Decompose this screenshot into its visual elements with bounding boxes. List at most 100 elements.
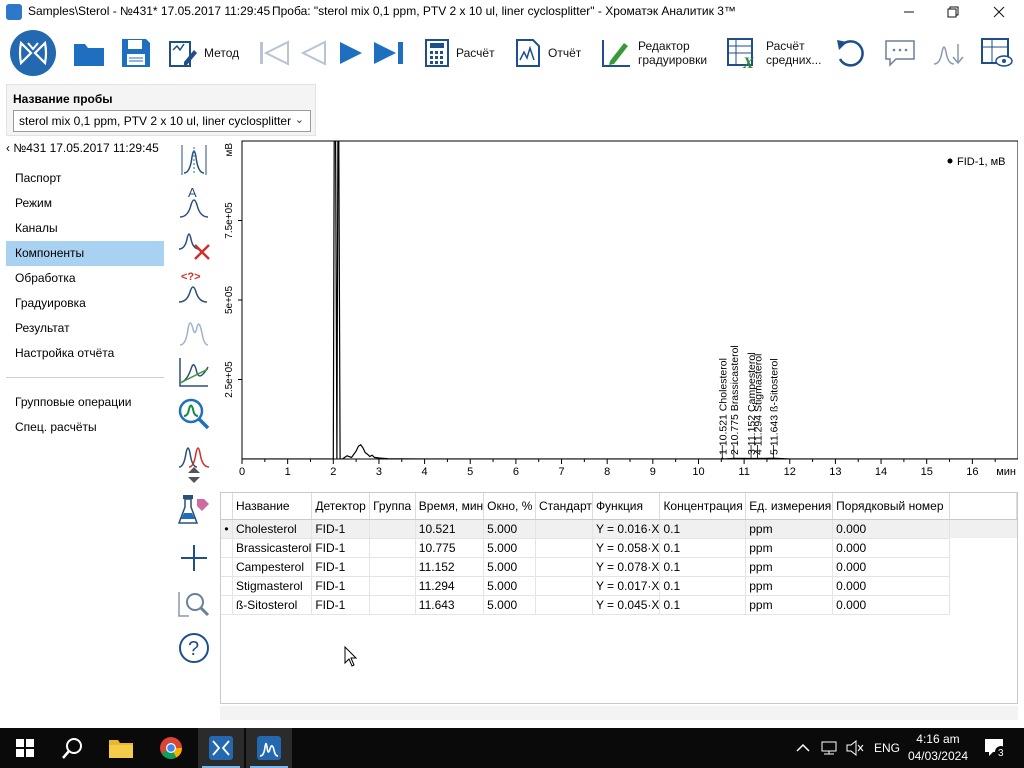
- table-cell[interactable]: [369, 595, 416, 615]
- column-header[interactable]: Концентрация: [659, 493, 747, 520]
- add-component-button[interactable]: [176, 540, 212, 576]
- column-header[interactable]: Группа: [369, 493, 416, 520]
- next-sample-button[interactable]: [338, 24, 364, 82]
- table-cell[interactable]: FID-1: [311, 538, 371, 558]
- table-cell[interactable]: 0.000: [832, 595, 950, 615]
- open-button[interactable]: [72, 24, 106, 82]
- zoom-peak-button[interactable]: [176, 396, 212, 432]
- calc-button[interactable]: Расчёт: [424, 24, 495, 82]
- taskbar-chrome[interactable]: [148, 728, 194, 768]
- nav-item-0[interactable]: Групповые операции: [6, 390, 164, 415]
- table-cell[interactable]: 5.000: [483, 538, 536, 558]
- back-to-sample-link[interactable]: ‹ №431 17.05.2017 11:29:45: [6, 141, 166, 159]
- table-cell[interactable]: Stigmasterol: [232, 576, 313, 596]
- prev-sample-button[interactable]: [300, 24, 328, 82]
- table-cell[interactable]: 11.643: [415, 595, 485, 615]
- table-cell[interactable]: [369, 519, 416, 539]
- nav-item-1[interactable]: Режим: [6, 191, 164, 216]
- table-cell[interactable]: 0.000: [832, 519, 950, 539]
- table-row[interactable]: Brassicasterol FID-1 10.775 5.000 Y = 0.058·…: [221, 538, 1017, 558]
- table-cell[interactable]: [369, 538, 416, 558]
- column-header[interactable]: Стандарт: [535, 493, 593, 520]
- taskbar-chromatec[interactable]: [198, 728, 244, 768]
- components-table[interactable]: Название Детектор Группа Время, мин Окно, % С…: [220, 492, 1018, 704]
- notifications-button[interactable]: 3: [972, 728, 1018, 768]
- network-icon[interactable]: [820, 741, 838, 755]
- save-button[interactable]: [120, 24, 152, 82]
- chevron-up-icon[interactable]: [796, 743, 810, 753]
- maximize-button[interactable]: [930, 0, 976, 24]
- nav-item-1[interactable]: Спец. расчёты: [6, 415, 164, 440]
- table-cell[interactable]: 10.775: [415, 538, 485, 558]
- table-cell[interactable]: 5.000: [483, 519, 536, 539]
- table-cell[interactable]: 10.521: [415, 519, 485, 539]
- avg-calc-button[interactable]: X Расчёт средних...: [726, 24, 821, 82]
- nav-item-6[interactable]: Результат: [6, 316, 164, 341]
- table-cell[interactable]: [369, 557, 416, 577]
- row-selector[interactable]: [221, 576, 233, 596]
- table-cell[interactable]: Y = 0.058·X: [592, 538, 661, 558]
- nav-item-2[interactable]: Каналы: [6, 216, 164, 241]
- table-cell[interactable]: 0.1: [659, 595, 747, 615]
- table-row[interactable]: ß-Sitosterol FID-1 11.643 5.000 Y = 0.045·X 0…: [221, 595, 1017, 615]
- table-cell[interactable]: Y = 0.045·X: [592, 595, 661, 615]
- row-selector[interactable]: [221, 538, 233, 558]
- nav-item-4[interactable]: Обработка: [6, 266, 164, 291]
- baseline-button[interactable]: [176, 354, 212, 390]
- lab-flask-button[interactable]: [176, 492, 212, 528]
- table-cell[interactable]: ppm: [745, 595, 834, 615]
- table-cell[interactable]: 11.152: [415, 557, 485, 577]
- start-button[interactable]: [2, 728, 48, 768]
- calibration-editor-button[interactable]: Редактор градуировки: [600, 24, 707, 82]
- table-cell[interactable]: 0.1: [659, 519, 747, 539]
- table-cell[interactable]: 0.1: [659, 576, 747, 596]
- row-selector[interactable]: •: [221, 519, 233, 539]
- identify-peak-button[interactable]: <?>: [176, 268, 212, 304]
- column-header[interactable]: Порядковый номер: [832, 493, 950, 520]
- table-cell[interactable]: 0.000: [832, 557, 950, 577]
- table-row[interactable]: Campesterol FID-1 11.152 5.000 Y = 0.078·X 0.…: [221, 557, 1017, 577]
- table-cell[interactable]: 0.1: [659, 538, 747, 558]
- row-selector[interactable]: [221, 595, 233, 615]
- table-cell[interactable]: [369, 576, 416, 596]
- last-sample-button[interactable]: [372, 24, 406, 82]
- table-cell[interactable]: FID-1: [311, 557, 371, 577]
- column-header[interactable]: Время, мин: [415, 493, 485, 520]
- undo-button[interactable]: [834, 24, 868, 82]
- table-cell[interactable]: 0.1: [659, 557, 747, 577]
- volume-muted-icon[interactable]: [846, 740, 864, 756]
- table-cell[interactable]: ppm: [745, 576, 834, 596]
- column-header[interactable]: Детектор: [311, 493, 371, 520]
- taskbar-clock[interactable]: 4:16 am 04/03/2024: [908, 731, 968, 765]
- table-cell[interactable]: Y = 0.078·X: [592, 557, 661, 577]
- table-cell[interactable]: [535, 576, 593, 596]
- table-cell[interactable]: 5.000: [483, 557, 536, 577]
- sample-name-dropdown[interactable]: sterol mix 0,1 ppm, PTV 2 x 10 ul, liner…: [13, 110, 311, 132]
- row-selector[interactable]: [221, 557, 233, 577]
- table-cell[interactable]: Cholesterol: [232, 519, 313, 539]
- table-cell[interactable]: ppm: [745, 538, 834, 558]
- table-cell[interactable]: FID-1: [311, 595, 371, 615]
- table-cell[interactable]: ppm: [745, 519, 834, 539]
- table-cell[interactable]: Campesterol: [232, 557, 313, 577]
- nav-item-0[interactable]: Паспорт: [6, 166, 164, 191]
- app-menu-button[interactable]: [10, 24, 56, 82]
- peak-label-button[interactable]: A: [176, 184, 212, 220]
- nav-item-5[interactable]: Градуировка: [6, 291, 164, 316]
- first-sample-button[interactable]: [258, 24, 290, 82]
- table-cell[interactable]: FID-1: [311, 576, 371, 596]
- table-cell[interactable]: Y = 0.017·X: [592, 576, 661, 596]
- delete-peak-button[interactable]: [176, 226, 212, 262]
- nav-item-3[interactable]: Компоненты: [6, 241, 164, 266]
- table-cell[interactable]: Brassicasterol: [232, 538, 313, 558]
- search-button[interactable]: [50, 728, 96, 768]
- chromatogram-chart[interactable]: 2.5e+05 5e+05 7.5e+05 мВ 0 1 2 3 4 5 6 7 8 9 10 11 12 13 1…: [220, 139, 1018, 484]
- table-cell[interactable]: 5.000: [483, 595, 536, 615]
- table-cell[interactable]: 0.000: [832, 538, 950, 558]
- chromatogram-svg[interactable]: 2.5e+055e+057.5e+05мВ0 1 2 3 4 5 6 7 8 9 10 11 12 13 1…: [220, 139, 1018, 484]
- table-cell[interactable]: [535, 595, 593, 615]
- minimize-button[interactable]: [886, 0, 932, 24]
- table-cell[interactable]: [535, 519, 593, 539]
- scroll-tools-button[interactable]: [176, 464, 212, 486]
- report-button[interactable]: Отчёт: [514, 24, 581, 82]
